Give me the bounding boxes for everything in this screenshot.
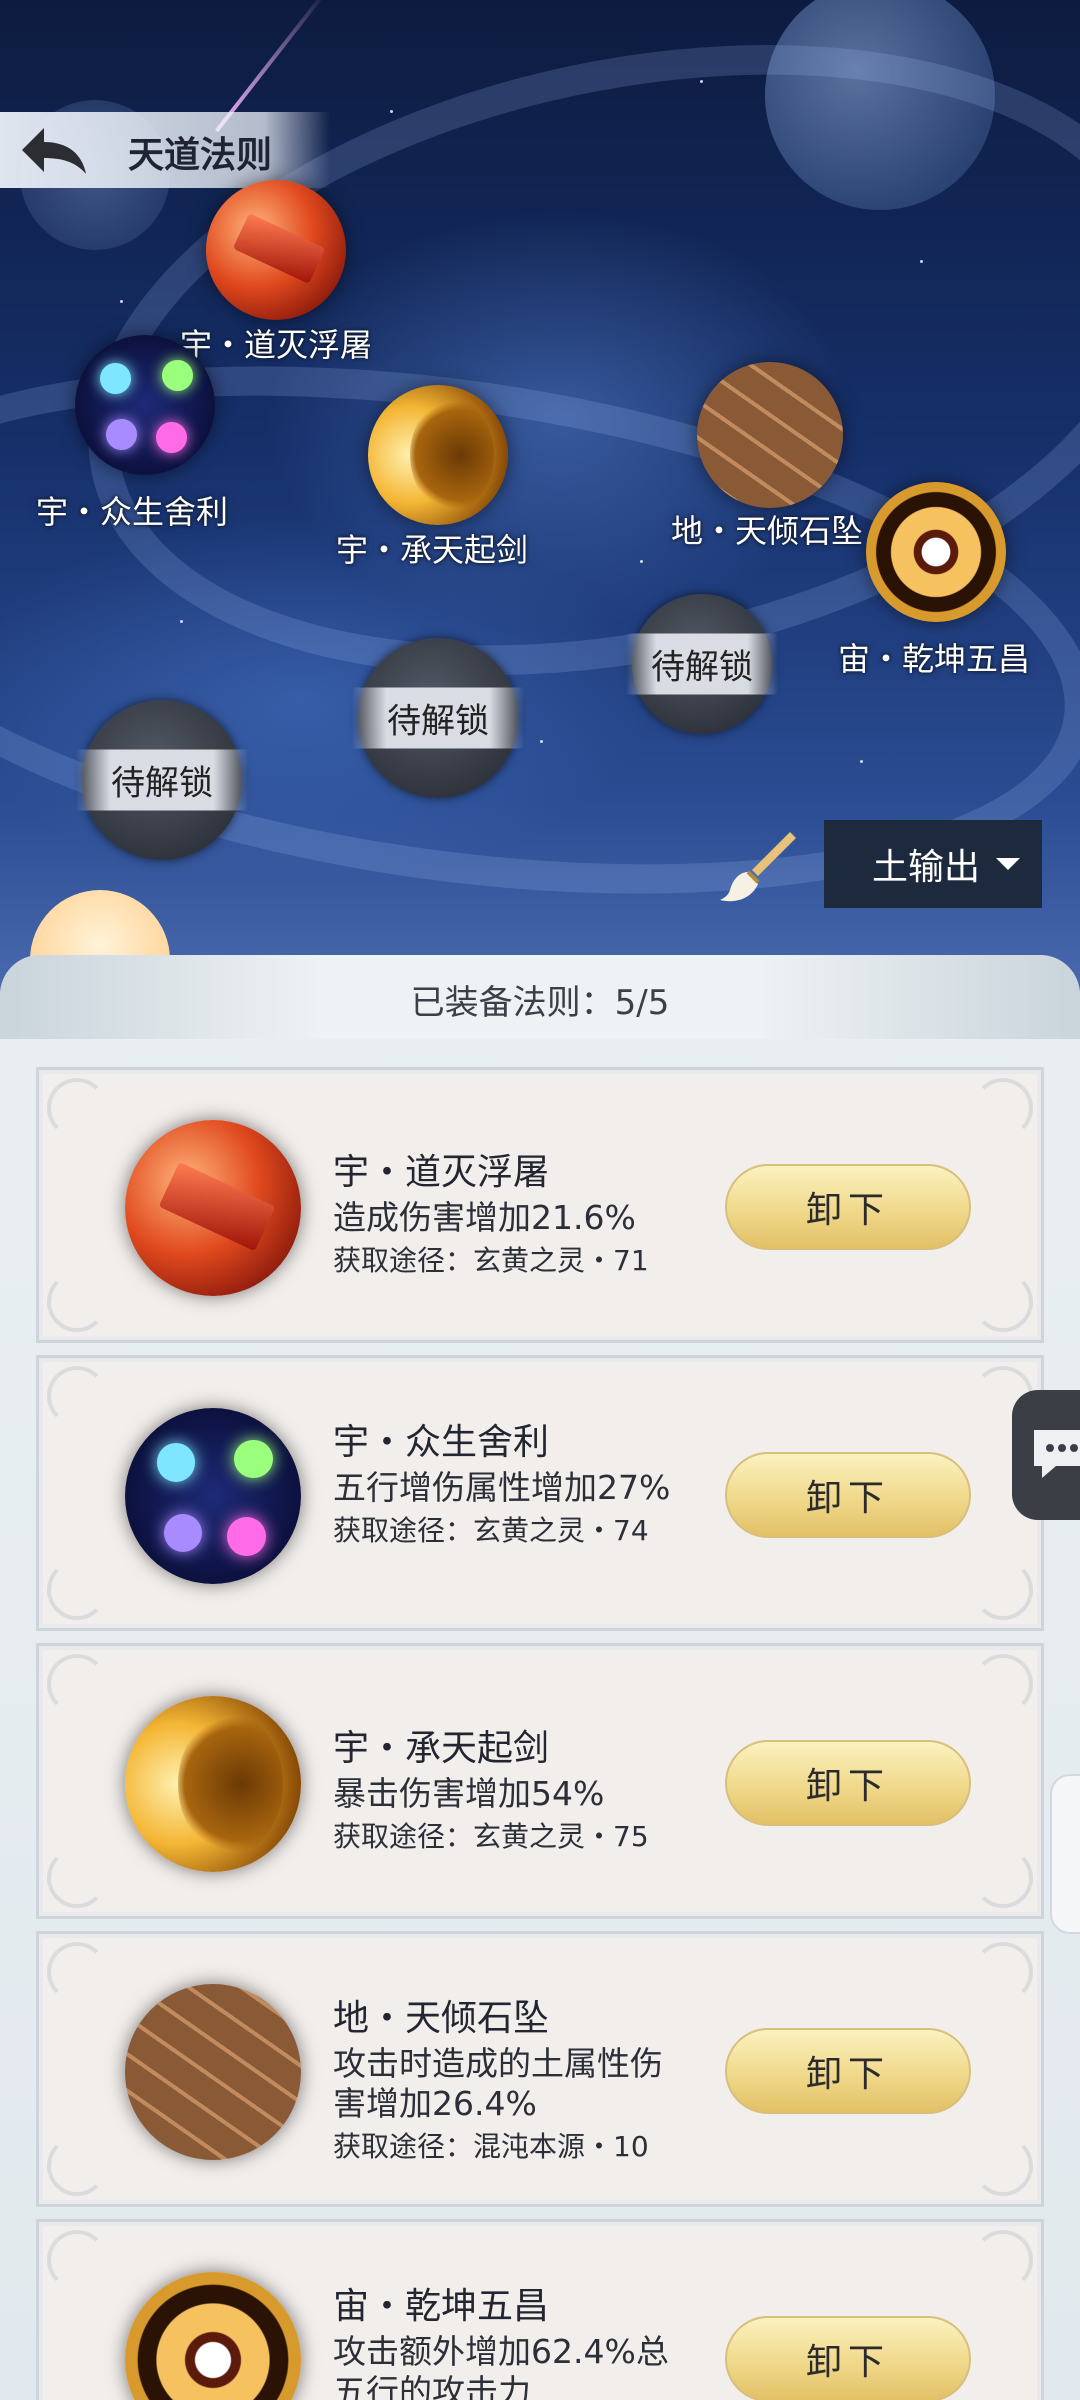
chengtian-orb-icon (368, 385, 508, 525)
map-node-label: 宇・众生舍利 (36, 493, 229, 531)
tianqing-orb-icon (697, 362, 843, 508)
unequip-button[interactable]: 卸下 (725, 2316, 971, 2400)
rule-name: 地・天倾石坠 (333, 1998, 550, 2039)
qiankun-orb-icon (866, 482, 1006, 622)
daomie-icon (125, 1120, 301, 1296)
rule-effect: 五行增伤属性增加27% (333, 1468, 671, 1507)
rule-source: 获取途径：玄黄之灵・74 (333, 1514, 649, 1547)
equipped-count: 已装备法则：5/5 (410, 983, 670, 1023)
star-map: 天道法则 宇・道灭浮屠 宇・众生舍利 宇・承天起剑 地・天倾石坠 宙・乾坤五昌 … (0, 0, 1080, 1000)
unequip-button[interactable]: 卸下 (725, 1164, 971, 1250)
rule-effect: 暴击伤害增加54% (333, 1774, 605, 1813)
locked-label: 待解锁 (76, 749, 248, 811)
map-node-zhongsheng[interactable]: 宇・众生舍利 (30, 335, 270, 535)
panel-header: 已装备法则：5/5 (0, 955, 1080, 1039)
rule-effect: 攻击时造成的土属性伤害增加26.4% (333, 2044, 663, 2123)
locked-node[interactable]: 待解锁 (626, 594, 778, 734)
map-node-qiankun[interactable]: 宙・乾坤五昌 (832, 482, 1072, 682)
tianqing-icon (125, 1984, 301, 2160)
rule-source: 获取途径：玄黄之灵・71 (333, 1244, 649, 1277)
page-title: 天道法则 (128, 135, 273, 176)
rule-effect: 攻击额外增加62.4%总五行的攻击力 (333, 2332, 669, 2400)
rule-name: 宙・乾坤五昌 (333, 2286, 550, 2327)
map-node-label: 宇・承天起剑 (336, 531, 529, 569)
side-tab[interactable] (1050, 1774, 1080, 1934)
qiankun-icon (125, 2272, 301, 2400)
unequip-button[interactable]: 卸下 (725, 2028, 971, 2114)
rule-card: 宇・众生舍利 五行增伤属性增加27% 获取途径：玄黄之灵・74 卸下 (36, 1355, 1044, 1631)
rule-name: 宇・承天起剑 (333, 1728, 550, 1769)
zhongsheng-orb-icon (75, 335, 215, 475)
locked-node[interactable]: 待解锁 (76, 700, 248, 860)
rule-card: 宇・道灭浮屠 造成伤害增加21.6% 获取途径：玄黄之灵・71 卸下 (36, 1067, 1044, 1343)
rule-card: 宇・承天起剑 暴击伤害增加54% 获取途径：玄黄之灵・75 卸下 (36, 1643, 1044, 1919)
back-arrow-icon (22, 128, 86, 174)
brush-icon (720, 832, 796, 902)
equipped-list[interactable]: 宇・道灭浮屠 造成伤害增加21.6% 获取途径：玄黄之灵・71 卸下 宇・众生舍… (36, 1067, 1044, 2400)
rule-source: 获取途径：玄黄之灵・75 (333, 1820, 649, 1853)
map-node-label: 宙・乾坤五昌 (838, 640, 1031, 678)
chat-bubble-icon (1034, 1430, 1080, 1478)
rule-effect: 造成伤害增加21.6% (333, 1198, 636, 1237)
chengtian-icon (125, 1696, 301, 1872)
output-dropdown[interactable]: 土输出 (824, 820, 1042, 908)
unequip-button[interactable]: 卸下 (725, 1452, 971, 1538)
dropdown-label: 土输出 (872, 847, 981, 888)
rule-card: 地・天倾石坠 攻击时造成的土属性伤害增加26.4% 获取途径：混沌本源・10 卸… (36, 1931, 1044, 2207)
daomie-orb-icon (206, 180, 346, 320)
chat-float-button[interactable] (1012, 1390, 1080, 1520)
map-node-chengtian[interactable]: 宇・承天起剑 (330, 385, 580, 575)
unequip-button[interactable]: 卸下 (725, 1740, 971, 1826)
header-bar: 天道法则 (0, 112, 330, 188)
rule-source: 获取途径：混沌本源・10 (333, 2130, 649, 2163)
equipped-panel: 已装备法则：5/5 宇・道灭浮屠 造成伤害增加21.6% 获取途径：玄黄之灵・7… (0, 955, 1080, 2400)
rule-name: 宇・道灭浮屠 (333, 1152, 550, 1193)
locked-label: 待解锁 (352, 687, 524, 749)
caret-down-icon (996, 858, 1020, 870)
back-button[interactable] (14, 120, 94, 180)
rule-card: 宙・乾坤五昌 攻击额外增加62.4%总五行的攻击力 卸下 (36, 2219, 1044, 2400)
rule-name: 宇・众生舍利 (333, 1422, 550, 1463)
locked-node[interactable]: 待解锁 (352, 638, 524, 798)
zhongsheng-icon (125, 1408, 301, 1584)
brush-button[interactable] (718, 826, 798, 906)
locked-label: 待解锁 (626, 633, 778, 695)
